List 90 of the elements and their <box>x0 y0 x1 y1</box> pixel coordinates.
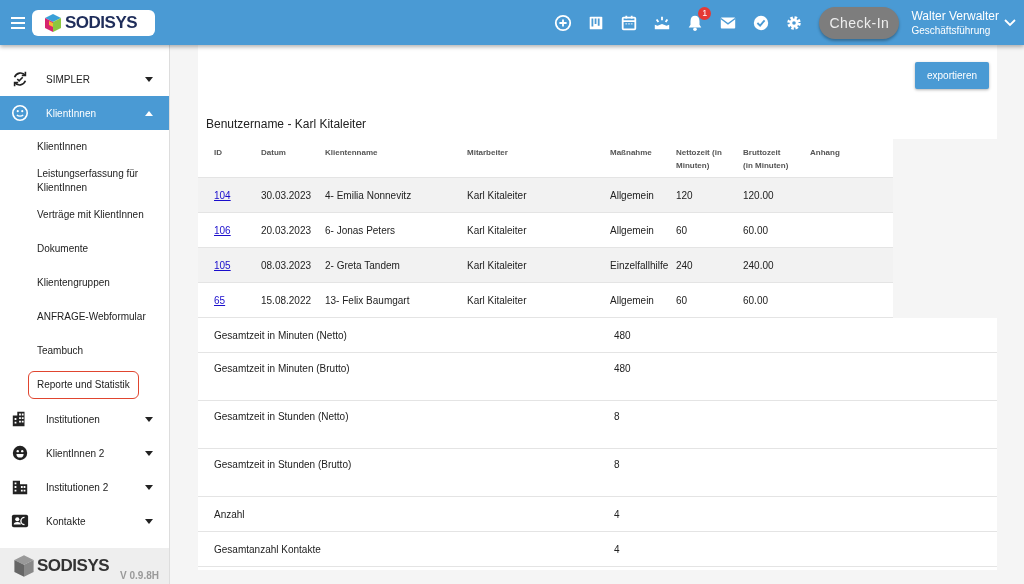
table-cell-text: 4- Emilia Nonnevitz <box>325 189 413 201</box>
user-role: Geschäftsführung <box>911 25 992 36</box>
table-cell-text: 240.00 <box>743 259 775 271</box>
table-cell-text: Karl Kitaleiter <box>467 294 528 306</box>
summary-value: 480 <box>614 363 632 376</box>
table-cell-text: Karl Kitaleiter <box>467 259 528 271</box>
caret-down-icon <box>145 518 153 524</box>
nav-subitem[interactable]: Verträge mit KlientInnen <box>0 198 169 232</box>
table-cell-text: 20.03.2023 <box>261 224 313 236</box>
caret-down-icon <box>145 484 153 490</box>
summary-label: Gesamtanzahl Kontakte <box>214 543 322 555</box>
table-cell-text: Karl Kitaleiter <box>467 224 528 236</box>
footer-logo-text: SODISYS <box>37 556 110 576</box>
table-cell-text: 13- Felix Baumgart <box>325 294 411 306</box>
logo[interactable]: SODISYS <box>32 9 156 36</box>
column-header: Anhang <box>810 147 841 159</box>
nav-subitem[interactable]: Reporte und Statistik <box>28 371 139 399</box>
logo-text: SODISYS <box>65 12 138 33</box>
sync-check-icon <box>11 70 29 88</box>
nav-item[interactable]: Institutionen <box>0 402 169 436</box>
user-name: Walter Verwalter <box>911 9 999 23</box>
nav-item[interactable]: Institutionen 2 <box>0 470 169 504</box>
nav-item[interactable]: KlientInnen 2 <box>0 436 169 470</box>
nav-label: KlientInnen 2 <box>46 447 106 459</box>
check-in-button[interactable]: Check-In <box>819 6 900 39</box>
column-header: Maßnahme <box>610 147 653 159</box>
caret-up-icon <box>145 110 153 116</box>
contact-card-icon <box>11 512 29 530</box>
id-link[interactable]: 106 <box>214 224 231 236</box>
table-cell-text: Allgemein <box>610 224 655 236</box>
table-cell-text: Allgemein <box>610 189 655 201</box>
column-header: Bruttozeit (in Minuten) <box>743 147 790 173</box>
table-cell-text: 15.08.2022 <box>261 294 313 306</box>
caret-down-icon <box>145 76 153 82</box>
table-cell-text: 120 <box>676 189 694 201</box>
column-header: Datum <box>261 147 287 159</box>
table-cell-text: 120.00 <box>743 189 775 201</box>
table-cell-text: 08.03.2023 <box>261 259 313 271</box>
nav-label: Institutionen 2 <box>46 481 110 493</box>
nav-subitem[interactable]: Leistungserfassung für KlientInnen <box>0 164 169 198</box>
table-cell-text: Einzelfallhilfe <box>610 259 670 271</box>
table-cell-text: 60.00 <box>743 294 770 306</box>
menu-icon[interactable] <box>10 15 26 30</box>
table-cell-text: 2- Greta Tandem <box>325 259 401 271</box>
table-cell-text: Karl Kitaleiter <box>467 189 528 201</box>
summary-value: 8 <box>614 411 621 424</box>
id-link[interactable]: 104 <box>214 189 231 201</box>
table-cell-text: 60 <box>676 294 689 306</box>
nav-subitem[interactable]: KlientInnen <box>0 130 169 164</box>
summary-label: Gesamtzeit in Minuten (Brutto) <box>214 363 351 376</box>
id-link[interactable]: 65 <box>214 294 226 306</box>
nav-label: Kontakte <box>46 515 87 527</box>
summary-value: 480 <box>614 329 632 341</box>
nav-label: SIMPLER <box>46 73 91 85</box>
summary-label: Anzahl <box>214 508 246 520</box>
table-cell-text: 6- Jonas Peters <box>325 224 397 236</box>
table-cell-text: 30.03.2023 <box>261 189 313 201</box>
column-header: ID <box>214 147 223 159</box>
nav-item[interactable]: SIMPLER <box>0 62 169 96</box>
table-cell-text: 60 <box>676 224 689 236</box>
caret-down-icon <box>145 450 153 456</box>
id-link[interactable]: 105 <box>214 259 231 271</box>
nav-subitem[interactable]: Teambuch <box>0 334 169 368</box>
logo-icon <box>44 12 62 33</box>
summary-label: Gesamtzeit in Minuten (Netto) <box>214 329 348 341</box>
table-cell-text: 60.00 <box>743 224 770 236</box>
summary-value: 8 <box>614 459 621 472</box>
nav-label: KlientInnen <box>46 107 98 119</box>
nav-label: Institutionen <box>46 413 101 425</box>
nav-subitem[interactable]: Dokumente <box>0 232 169 266</box>
chevron-down-icon[interactable] <box>1004 18 1016 27</box>
nav-subitem[interactable]: Klientengruppen <box>0 266 169 300</box>
nav-item[interactable]: Kontakte <box>0 504 169 538</box>
summary-label: Gesamtzeit in Stunden (Netto) <box>214 411 350 424</box>
table-cell-text: 240 <box>676 259 694 271</box>
nav-subitem[interactable]: ANFRAGE-Webformular <box>0 300 169 334</box>
column-header: Nettozeit (in Minuten) <box>676 147 723 173</box>
caret-down-icon <box>145 416 153 422</box>
notification-badge: 1 <box>698 6 712 20</box>
logo-icon <box>13 554 35 578</box>
summary-value: 4 <box>614 543 621 555</box>
table-cell-text: Allgemein <box>610 294 655 306</box>
column-header: Mitarbeiter <box>467 147 509 159</box>
smiley-icon <box>11 444 29 462</box>
building-icon <box>11 478 29 496</box>
summary-label: Gesamtzeit in Stunden (Brutto) <box>214 459 353 472</box>
summary-value: 4 <box>614 508 621 520</box>
version-label: V 0.9.8H <box>120 570 159 581</box>
smiley-icon <box>11 104 29 122</box>
report-title: Benutzername - Karl Kitaleiter <box>205 116 368 133</box>
